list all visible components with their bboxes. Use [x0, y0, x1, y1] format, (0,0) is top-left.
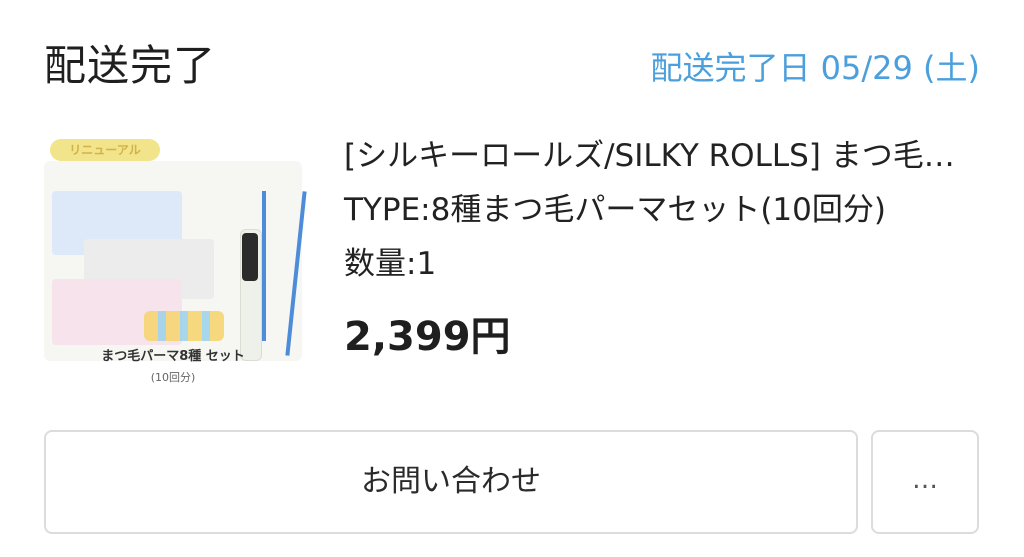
product-type: TYPE:8種まつ毛パーマセット(10回分) [344, 192, 886, 228]
product-image-rods [144, 311, 224, 341]
product-image-bottle-cap [242, 233, 258, 281]
product-image[interactable]: リニューアル まつ毛パーマ8種 セット (10回分) [44, 135, 309, 397]
delivery-date: 配送完了日 05/29 (土) [650, 49, 980, 87]
contact-button[interactable]: お問い合わせ [44, 430, 858, 534]
product-image-caption: まつ毛パーマ8種 セット [101, 349, 245, 364]
product-quantity: 数量:1 [344, 246, 437, 282]
product-image-subcaption: (10回分) [150, 371, 196, 384]
product-image-background [44, 161, 307, 361]
more-options-button[interactable]: … [871, 430, 979, 534]
product-image-stick [285, 191, 307, 356]
product-image-stick [262, 191, 266, 341]
more-icon: … [912, 465, 938, 495]
product-image-badge: リニューアル [50, 139, 160, 161]
product-price: 2,399円 [344, 314, 511, 360]
product-name[interactable]: [シルキーロールズ/SILKY ROLLS] まつ毛パーマ… [344, 134, 980, 178]
order-status-title: 配送完了 [44, 41, 217, 90]
